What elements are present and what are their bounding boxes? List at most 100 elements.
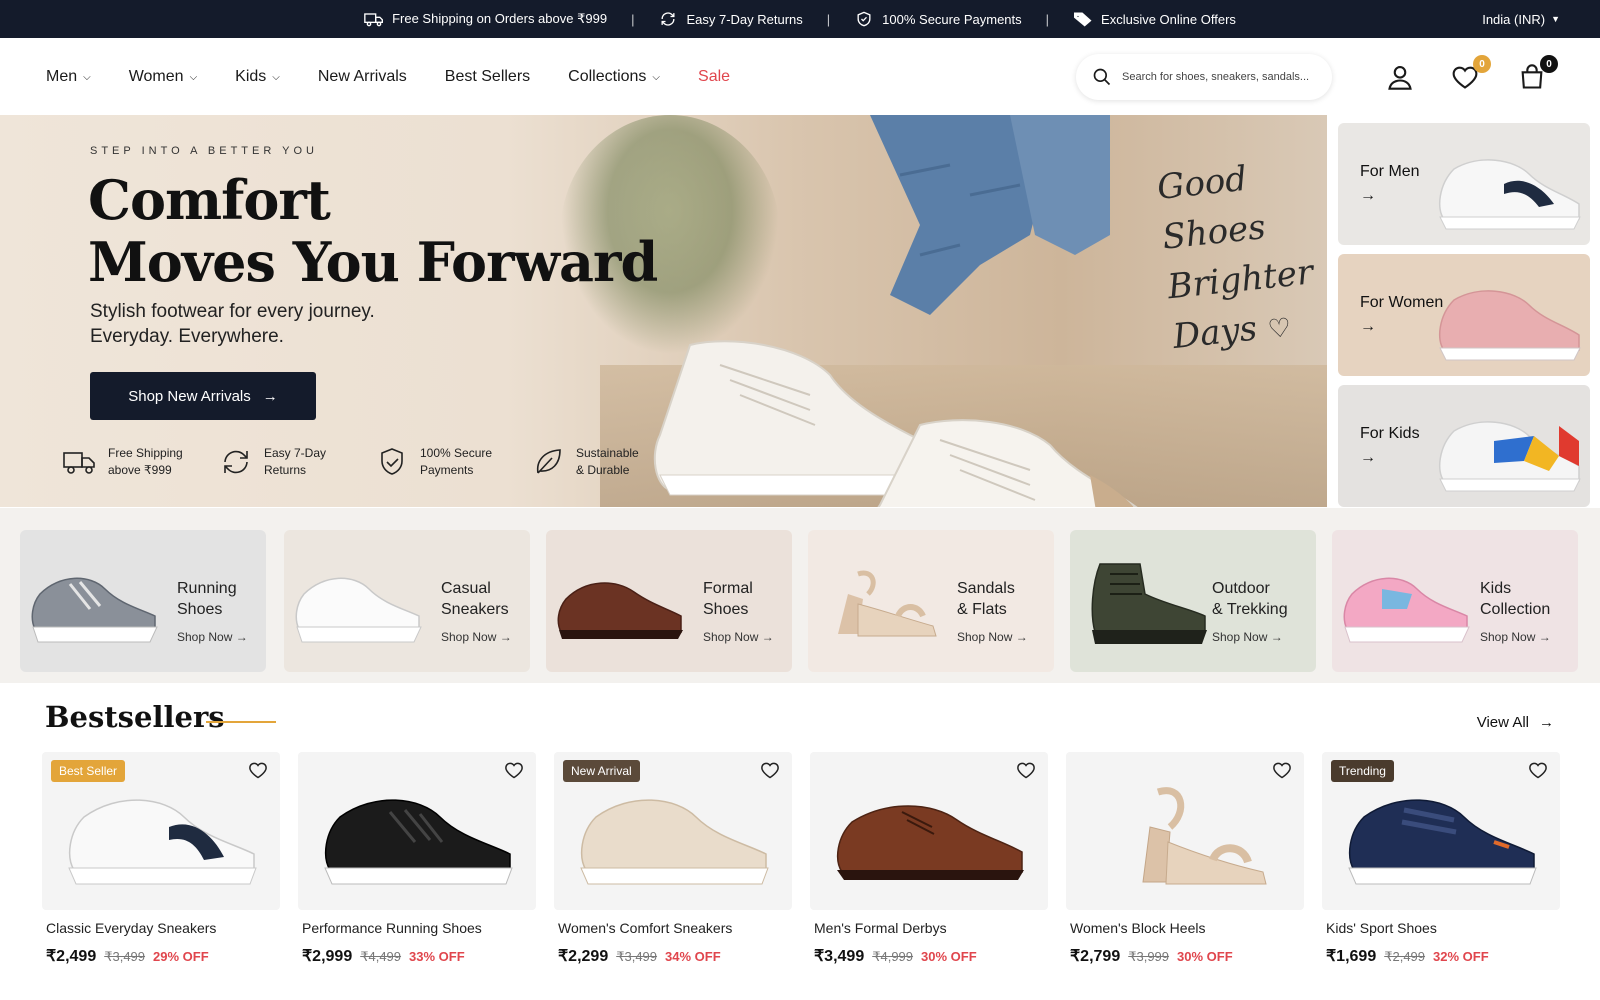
refresh-icon — [661, 12, 675, 26]
feature-sustainable: Sustainable & Durable — [530, 445, 662, 479]
category-name-line2: & Flats — [957, 601, 1007, 618]
product-image[interactable]: New Arrival — [554, 752, 792, 910]
product-card[interactable]: New Arrival Women's Comfort Sneakers ₹2,… — [554, 752, 792, 966]
product-image[interactable]: Trending — [1322, 752, 1560, 910]
product-card[interactable]: Trending Kids' Sport Shoes ₹1,699 ₹2,499… — [1322, 752, 1560, 966]
product-discount: 29% OFF — [153, 949, 209, 964]
nav-item-women[interactable]: Women ⌵ — [129, 68, 197, 86]
product-tag: Trending — [1331, 760, 1394, 782]
region-selector[interactable]: India (INR) ▼ — [1482, 0, 1560, 38]
feature-line1: 100% Secure — [420, 446, 493, 460]
shop-now-link[interactable]: Shop Now → — [957, 630, 1028, 644]
refresh-icon — [224, 450, 248, 474]
search-bar[interactable] — [1076, 54, 1332, 100]
category-tile-outdoor[interactable]: Outdoor & Trekking Shop Now → — [1070, 530, 1316, 672]
wishlist-toggle[interactable] — [1016, 760, 1038, 782]
shop-now-link[interactable]: Shop Now → — [1480, 630, 1551, 644]
product-name[interactable]: Performance Running Shoes — [298, 920, 536, 936]
product-mrp: ₹3,499 — [104, 949, 146, 964]
product-discount: 33% OFF — [409, 949, 465, 964]
heading-accent-line — [206, 721, 276, 723]
announcement-secure: 100% Secure Payments — [854, 11, 1022, 27]
product-name[interactable]: Classic Everyday Sneakers — [42, 920, 280, 936]
category-tile-casual[interactable]: Casual Sneakers Shop Now → — [284, 530, 530, 672]
cta-label: Shop New Arrivals — [128, 387, 251, 405]
nav-label: Women — [128, 67, 184, 85]
nav-item-collections[interactable]: Collections ⌵ — [568, 68, 660, 86]
product-image[interactable] — [298, 752, 536, 910]
nav-item-men[interactable]: Men ⌵ — [46, 68, 91, 86]
formal-shoe-image — [557, 582, 683, 639]
category-name: Kids Collection — [1480, 578, 1550, 620]
product-discount: 30% OFF — [1177, 949, 1233, 964]
product-image[interactable]: Best Seller — [42, 752, 280, 910]
category-tile-formal[interactable]: Formal Shoes Shop Now → — [546, 530, 792, 672]
feature-line2: Payments — [420, 463, 474, 477]
hero-sneaker-right-image — [877, 419, 1138, 507]
nav-item-best-sellers[interactable]: Best Sellers — [445, 68, 530, 86]
category-name-line1: Outdoor — [1212, 580, 1270, 597]
wishlist-toggle[interactable] — [504, 760, 526, 782]
product-prices: ₹1,699 ₹2,499 32% OFF — [1322, 946, 1560, 966]
hero-banner: STEP INTO A BETTER YOU Comfort Moves You… — [0, 115, 1327, 507]
shop-now-link[interactable]: Shop Now → — [441, 630, 512, 644]
wishlist-toggle[interactable] — [248, 760, 270, 782]
side-category-label: For Women — [1360, 294, 1444, 311]
side-category-women[interactable]: For Women → — [1338, 254, 1590, 376]
category-name-line2: Shoes — [177, 601, 223, 618]
search-icon — [1093, 68, 1111, 86]
heart-icon — [249, 762, 267, 779]
account-button[interactable] — [1386, 63, 1416, 93]
search-input[interactable] — [1122, 71, 1322, 83]
nav-item-kids[interactable]: Kids ⌵ — [235, 68, 280, 86]
product-image[interactable] — [1066, 752, 1304, 910]
shield-check-icon — [381, 448, 403, 475]
shop-new-arrivals-button[interactable]: Shop New Arrivals → — [90, 372, 316, 420]
category-tile-running[interactable]: Running Shoes Shop Now → — [20, 530, 266, 672]
heart-icon — [1529, 762, 1547, 779]
announcement-bar: Free Shipping on Orders above ₹999 | Eas… — [0, 0, 1600, 38]
nav-item-new-arrivals[interactable]: New Arrivals — [318, 68, 407, 86]
category-tiles: Running Shoes Shop Now → Casual Sneakers S… — [0, 508, 1600, 683]
shop-now-link[interactable]: Shop Now → — [703, 630, 774, 644]
product-image[interactable] — [810, 752, 1048, 910]
product-card[interactable]: Best Seller Classic Everyday Sneakers ₹2… — [42, 752, 280, 966]
product-name[interactable]: Men's Formal Derbys — [810, 920, 1048, 936]
category-tile-sandals[interactable]: Sandals & Flats Shop Now → — [808, 530, 1054, 672]
product-name[interactable]: Kids' Sport Shoes — [1322, 920, 1560, 936]
announcement-free-shipping: Free Shipping on Orders above ₹999 — [364, 11, 607, 27]
wishlist-count-badge: 0 — [1473, 55, 1491, 73]
arrow-right-icon: → — [1360, 187, 1376, 204]
product-price: ₹2,499 — [46, 948, 97, 965]
feature-returns: Easy 7-Day Returns — [218, 445, 350, 479]
view-all-link[interactable]: View All → — [1477, 714, 1554, 731]
category-tile-kids[interactable]: Kids Collection Shop Now → — [1332, 530, 1578, 672]
wishlist-toggle[interactable] — [1272, 760, 1294, 782]
chevron-down-icon: ▼ — [1551, 14, 1560, 24]
announcement-text: 100% Secure Payments — [882, 11, 1022, 27]
product-prices: ₹3,499 ₹4,999 30% OFF — [810, 946, 1048, 966]
wishlist-toggle[interactable] — [1528, 760, 1550, 782]
running-shoe-image — [31, 577, 158, 643]
nav-label: Kids — [235, 67, 267, 85]
product-mrp: ₹3,999 — [1128, 949, 1170, 964]
product-card[interactable]: Women's Block Heels ₹2,799 ₹3,999 30% OF… — [1066, 752, 1304, 966]
product-card[interactable]: Men's Formal Derbys ₹3,499 ₹4,999 30% OF… — [810, 752, 1048, 966]
cart-button[interactable]: 0 — [1518, 55, 1558, 93]
product-price: ₹1,699 — [1326, 948, 1377, 965]
product-card[interactable]: Performance Running Shoes ₹2,999 ₹4,499 … — [298, 752, 536, 966]
running-shoe-image — [324, 799, 513, 885]
side-category-men[interactable]: For Men → — [1338, 123, 1590, 245]
nav-item-sale[interactable]: Sale — [698, 68, 730, 86]
feature-free-shipping: Free Shipping above ₹999 — [62, 445, 194, 479]
region-label: India (INR) — [1482, 11, 1546, 27]
shop-now-link[interactable]: Shop Now → — [177, 630, 248, 644]
side-category-kids[interactable]: For Kids → — [1338, 385, 1590, 507]
hero-title: Comfort Moves You Forward — [88, 169, 658, 293]
product-mrp: ₹3,499 — [616, 949, 658, 964]
product-name[interactable]: Women's Comfort Sneakers — [554, 920, 792, 936]
wishlist-button[interactable]: 0 — [1451, 55, 1491, 93]
shop-now-link[interactable]: Shop Now → — [1212, 630, 1283, 644]
product-name[interactable]: Women's Block Heels — [1066, 920, 1304, 936]
wishlist-toggle[interactable] — [760, 760, 782, 782]
